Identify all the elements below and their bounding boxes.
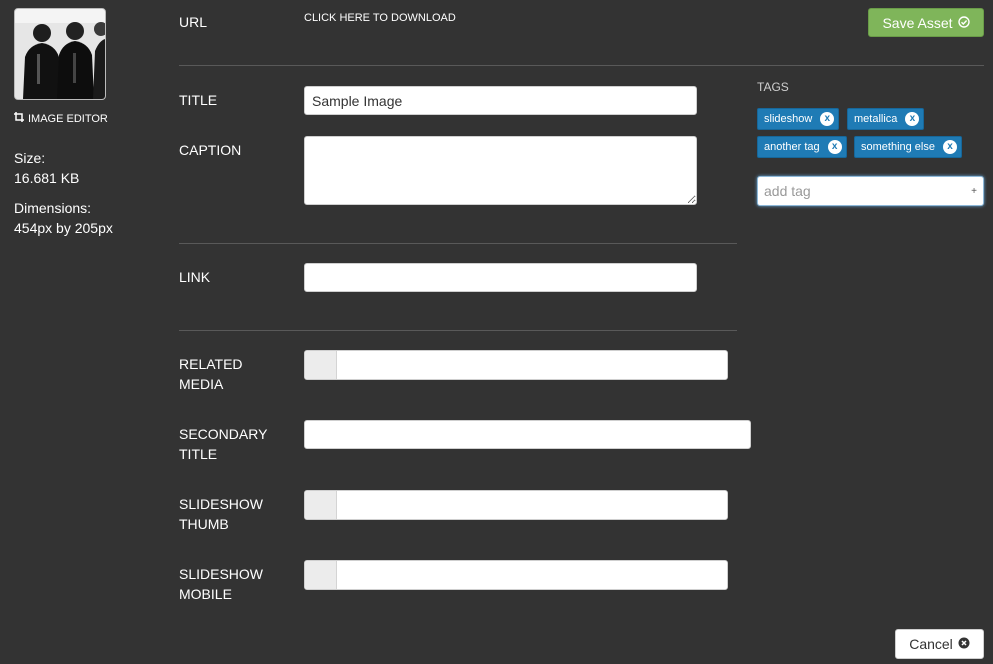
- tag-remove-icon[interactable]: x: [905, 112, 920, 126]
- size-value: 16.681 KB: [14, 170, 80, 186]
- cancel-button[interactable]: Cancel: [895, 629, 984, 659]
- slideshow-thumb-input[interactable]: [337, 491, 727, 519]
- tag-chip: another tag x: [757, 136, 847, 158]
- tag-chip: slideshow x: [757, 108, 840, 130]
- related-media-label-line2: MEDIA: [179, 376, 224, 392]
- secondary-title-label-line2: TITLE: [179, 446, 218, 462]
- divider-lower: [179, 330, 737, 331]
- tag-label: metallica: [854, 113, 898, 125]
- asset-thumbnail: [14, 8, 106, 100]
- slideshow-mobile-field[interactable]: [304, 560, 728, 590]
- add-tag-input[interactable]: [758, 183, 972, 199]
- slideshow-mobile-label-line1: SLIDESHOW: [179, 566, 264, 582]
- related-media-input[interactable]: [337, 351, 727, 379]
- slideshow-thumb-addon[interactable]: [305, 491, 337, 519]
- link-input[interactable]: [304, 263, 697, 292]
- asset-photo: [15, 9, 105, 99]
- add-tag-field[interactable]: +: [757, 176, 984, 206]
- image-editor-link[interactable]: IMAGE EDITOR: [14, 112, 108, 125]
- dimensions-label: Dimensions:: [14, 200, 92, 216]
- slideshow-thumb-label: SLIDESHOW THUMB: [179, 494, 263, 534]
- caption-textarea[interactable]: [304, 136, 697, 205]
- link-label: LINK: [179, 269, 211, 285]
- check-circle-icon: [957, 15, 970, 31]
- slideshow-thumb-field[interactable]: [304, 490, 728, 520]
- secondary-title-input[interactable]: [304, 420, 751, 449]
- tag-label: something else: [861, 141, 935, 153]
- tag-chip: something else x: [854, 136, 962, 158]
- save-asset-button[interactable]: Save Asset: [868, 8, 984, 37]
- secondary-title-label: SECONDARY TITLE: [179, 424, 267, 464]
- slideshow-mobile-addon[interactable]: [305, 561, 337, 589]
- related-media-label: RELATED MEDIA: [179, 354, 243, 394]
- title-input[interactable]: [304, 86, 697, 115]
- divider-top: [179, 65, 984, 66]
- tag-remove-icon[interactable]: x: [820, 112, 835, 126]
- url-label: URL: [179, 14, 208, 30]
- tag-chip: metallica x: [847, 108, 925, 130]
- tags-title: TAGS: [757, 80, 789, 94]
- slideshow-thumb-label-line1: SLIDESHOW: [179, 496, 264, 512]
- title-label: TITLE: [179, 92, 218, 108]
- tag-label: another tag: [764, 141, 820, 153]
- divider-middle: [179, 243, 737, 244]
- size-label: Size:: [14, 150, 46, 166]
- image-editor-label: IMAGE EDITOR: [28, 112, 108, 125]
- slideshow-thumb-label-line2: THUMB: [179, 516, 229, 532]
- add-tag-plus-icon[interactable]: +: [971, 186, 983, 197]
- caption-label: CAPTION: [179, 142, 242, 158]
- save-asset-label: Save Asset: [882, 14, 953, 31]
- secondary-title-label-line1: SECONDARY: [179, 426, 268, 442]
- slideshow-mobile-label-line2: MOBILE: [179, 586, 232, 602]
- slideshow-mobile-label: SLIDESHOW MOBILE: [179, 564, 263, 604]
- crop-icon: [14, 112, 24, 125]
- tag-remove-icon[interactable]: x: [943, 140, 957, 154]
- related-media-label-line1: RELATED: [179, 356, 243, 372]
- tag-label: slideshow: [764, 113, 813, 125]
- related-media-field[interactable]: [304, 350, 728, 380]
- cancel-label: Cancel: [909, 636, 953, 652]
- download-link[interactable]: CLICK HERE TO DOWNLOAD: [304, 12, 456, 24]
- related-media-addon[interactable]: [305, 351, 337, 379]
- slideshow-mobile-input[interactable]: [337, 561, 727, 589]
- dimensions-value: 454px by 205px: [14, 220, 113, 236]
- x-circle-icon: [958, 636, 970, 652]
- tag-remove-icon[interactable]: x: [827, 140, 842, 154]
